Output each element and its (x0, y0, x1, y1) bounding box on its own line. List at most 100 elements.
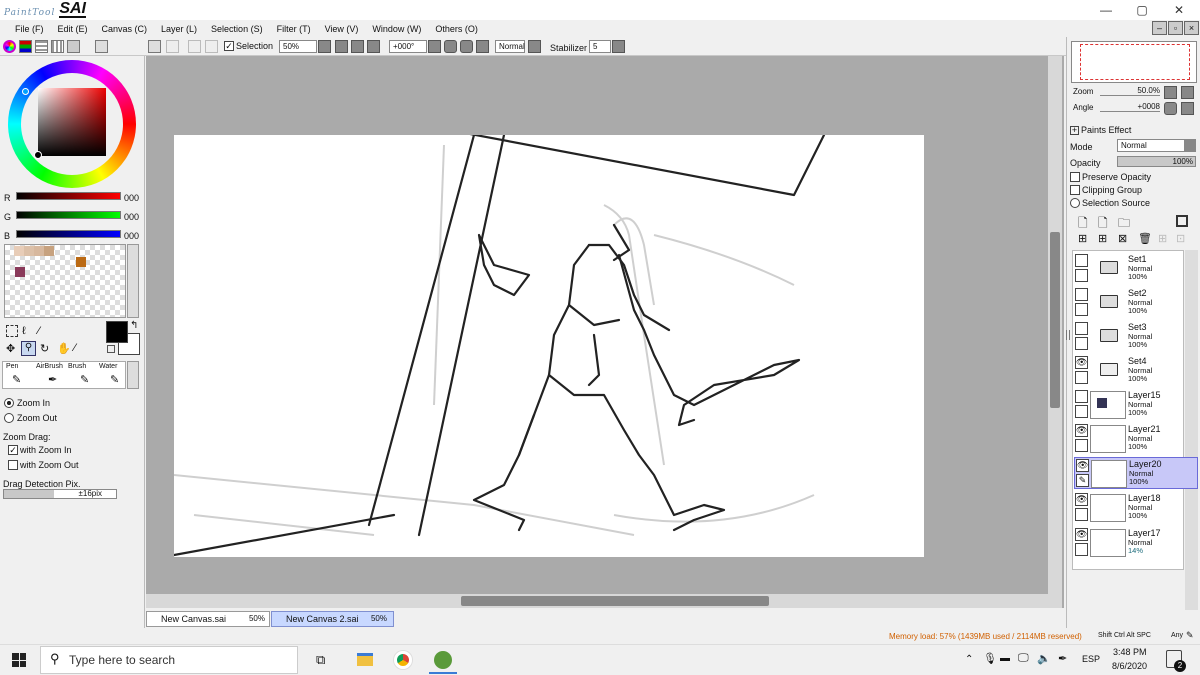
zoom-out-option[interactable]: Zoom Out (4, 413, 57, 423)
canvas-vertical-scrollbar[interactable] (1048, 56, 1062, 608)
menu-edit[interactable]: Edit (E) (51, 24, 95, 34)
merge-down-icon[interactable]: ⊞ (1098, 232, 1107, 245)
eye-icon[interactable]: 👁 (1076, 459, 1089, 472)
rotate-right-icon[interactable] (460, 40, 473, 53)
selection-source-radio[interactable] (1070, 198, 1080, 208)
canvas-horizontal-scrollbar[interactable] (146, 594, 1050, 608)
selection-checkbox[interactable]: ✓ (224, 41, 234, 51)
painttool-sai-taskbar-icon[interactable] (434, 651, 452, 669)
saturation-value-square[interactable] (38, 88, 106, 156)
minimize-button[interactable]: — (1090, 0, 1122, 20)
chrome-icon[interactable] (394, 651, 412, 669)
pen-workspace-icon[interactable]: ✒ (1058, 652, 1067, 665)
swatch-grid[interactable] (4, 244, 126, 318)
swatch-3[interactable] (34, 246, 44, 256)
zoom-in-option[interactable]: Zoom In (4, 398, 50, 408)
swatch-toggle-icon[interactable] (51, 40, 64, 53)
eye-icon[interactable]: 👁 (1075, 356, 1088, 369)
zoom-field[interactable]: 50% (279, 40, 317, 53)
color-history-icon[interactable] (95, 40, 108, 53)
swatch-scrollbar[interactable] (127, 244, 139, 318)
water-tool-label[interactable]: Water (99, 363, 117, 370)
layer-item-selected[interactable]: 👁 ✎ Layer20 Normal 100% (1074, 457, 1198, 489)
layer-set[interactable]: Set3 Normal 100% (1074, 321, 1198, 353)
brush-tool-label[interactable]: Brush (68, 363, 86, 370)
blend-mode-field[interactable]: Normal (495, 40, 525, 53)
foreground-color-swatch[interactable] (106, 321, 128, 343)
angle-dropdown-icon[interactable] (428, 40, 441, 53)
layer-set[interactable]: Set2 Normal 100% (1074, 287, 1198, 319)
swatch-1[interactable] (14, 246, 24, 256)
swatch-2[interactable] (24, 246, 34, 256)
stabilizer-dropdown-icon[interactable] (612, 40, 625, 53)
layer-set[interactable]: 👁 Set4 Normal 100% (1074, 355, 1198, 387)
lock-toggle[interactable] (1075, 439, 1088, 452)
maximize-button[interactable]: ▢ (1126, 0, 1158, 20)
zoom-in-icon[interactable] (351, 40, 364, 53)
navigator-rotate-icon[interactable] (1164, 102, 1177, 115)
lasso-icon[interactable]: ℓ (22, 325, 26, 337)
volume-icon[interactable]: 🔈 (1037, 652, 1051, 665)
mode-select[interactable]: Normal (1117, 139, 1196, 152)
menu-others[interactable]: Others (O) (428, 24, 485, 34)
color-wheel-toggle-icon[interactable] (3, 40, 16, 53)
clock-date[interactable]: 8/6/2020 (1112, 661, 1147, 671)
lock-toggle[interactable] (1075, 303, 1088, 316)
swatch-6[interactable] (15, 267, 25, 277)
close-button[interactable]: ✕ (1163, 0, 1195, 20)
hand-icon[interactable]: ✋ (57, 342, 71, 355)
clipping-group-option[interactable]: Clipping Group (1070, 185, 1142, 195)
scratchpad-toggle-icon[interactable] (67, 40, 80, 53)
layer-item[interactable]: 👁 Layer18 Normal 100% (1074, 492, 1198, 524)
lock-toggle[interactable] (1075, 337, 1088, 350)
hue-cursor[interactable] (22, 88, 29, 95)
redo-icon[interactable] (166, 40, 179, 53)
r-value[interactable]: 000 (124, 193, 139, 203)
layer-item[interactable]: 👁 Layer17 Normal 14% (1074, 527, 1198, 559)
b-slider[interactable] (16, 230, 121, 238)
network-icon[interactable]: 🖵 (1018, 652, 1029, 665)
menu-view[interactable]: View (V) (318, 24, 366, 34)
drag-detection-slider[interactable]: ±16pix (3, 489, 117, 499)
rotate-left-icon[interactable] (444, 40, 457, 53)
navigator-preview[interactable] (1071, 41, 1197, 83)
layer-set[interactable]: Set1 Normal 100% (1074, 253, 1198, 285)
collapse-icon[interactable]: + (1070, 125, 1079, 135)
battery-icon[interactable]: ▬ (1000, 653, 1010, 664)
zoom-tool-icon[interactable]: ⚲ (21, 341, 36, 356)
transparent-color-icon[interactable] (107, 345, 115, 353)
with-zoom-out-checkbox[interactable] (8, 460, 18, 470)
pen-icon[interactable]: ✎ (1076, 474, 1089, 487)
lock-toggle[interactable] (1075, 508, 1088, 521)
invert-selection-icon[interactable] (205, 40, 218, 53)
airbrush-tool-label[interactable]: AirBrush (36, 363, 63, 370)
pen-icon[interactable]: ✎ (12, 373, 21, 386)
file-tab-active[interactable]: New Canvas 2.sai 50% (271, 611, 394, 627)
clipping-group-checkbox[interactable] (1070, 185, 1080, 195)
zoom-in-radio[interactable] (4, 398, 14, 408)
opacity-slider[interactable]: 100% (1117, 156, 1196, 167)
layer-item[interactable]: Layer15 Normal 100% (1074, 389, 1198, 421)
rotate-reset-icon[interactable] (476, 40, 489, 53)
microphone-icon[interactable]: 🎙 (983, 652, 997, 665)
search-placeholder[interactable]: Type here to search (69, 653, 175, 667)
airbrush-icon[interactable]: ✒ (48, 373, 57, 386)
selection-toggle[interactable]: ✓ Selection (224, 41, 273, 51)
rect-select-icon[interactable] (6, 325, 18, 337)
angle-field[interactable]: +000° (389, 40, 427, 53)
swatch-5[interactable] (76, 257, 86, 267)
hsv-slider-toggle-icon[interactable] (35, 40, 48, 53)
zoom-dropdown-icon[interactable] (318, 40, 331, 53)
mdi-minimize-button[interactable]: – (1152, 21, 1167, 35)
eye-icon[interactable]: 👁 (1075, 528, 1088, 541)
clear-layer-icon[interactable]: ⊠ (1118, 232, 1127, 245)
navigator-zoom-in-icon[interactable] (1181, 86, 1194, 99)
swatch-4[interactable] (44, 246, 54, 256)
b-value[interactable]: 000 (124, 231, 139, 241)
g-value[interactable]: 000 (124, 212, 139, 222)
g-slider[interactable] (16, 211, 121, 219)
stabilizer-field[interactable]: 5 (589, 40, 611, 53)
navigator-zoom-field[interactable]: 50.0% (1100, 86, 1160, 96)
flip-canvas-icon[interactable] (528, 40, 541, 53)
panel-resize-handle[interactable] (1066, 330, 1070, 340)
